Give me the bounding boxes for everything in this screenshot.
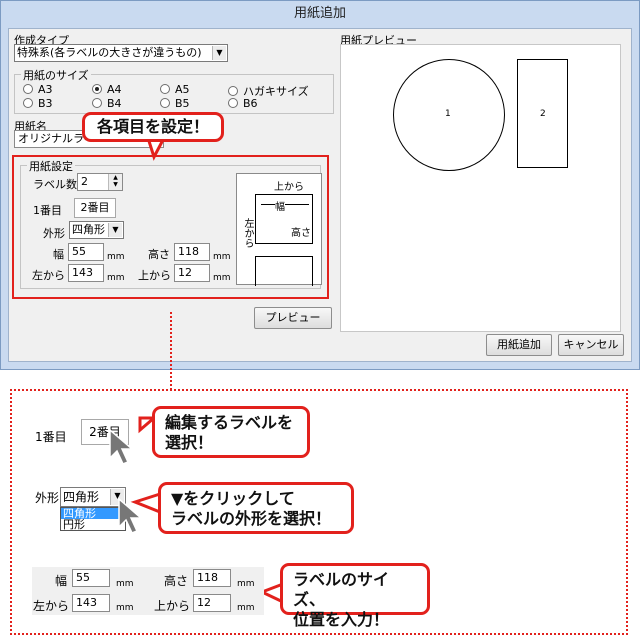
zoom-top-label: 上から: [154, 599, 191, 613]
type-select-value: 特殊系(各ラベルの大きさが違うもの): [17, 46, 202, 59]
zoom-height-label: 高さ: [164, 574, 189, 588]
radio-icon: [160, 98, 170, 108]
size-option-a4[interactable]: A4: [92, 83, 122, 96]
cancel-button[interactable]: キャンセル: [558, 334, 624, 356]
preview-shape-2-number: 2: [540, 109, 546, 119]
size-option-b6[interactable]: B6: [228, 97, 258, 110]
preview-shape-1-number: 1: [445, 109, 451, 119]
zoom-left-unit: mm: [116, 603, 134, 613]
size-option-b5[interactable]: B5: [160, 97, 190, 110]
radio-icon: [228, 86, 238, 96]
zoom-top-unit: mm: [237, 603, 255, 613]
cursor-pointer-icon: [109, 428, 135, 465]
radio-icon: [160, 84, 170, 94]
size-option-a3[interactable]: A3: [23, 83, 53, 96]
add-paper-button[interactable]: 用紙追加: [486, 334, 552, 356]
callout-select-label: 編集するラベルを 選択！: [152, 406, 310, 458]
size-option-a5[interactable]: A5: [160, 83, 190, 96]
zoom-height-unit: mm: [237, 579, 255, 589]
size-option-b4[interactable]: B4: [92, 97, 122, 110]
zoom-top-input[interactable]: 12: [193, 594, 231, 612]
zoom-height-input[interactable]: 118: [193, 569, 231, 587]
cursor-pointer-icon: [118, 497, 144, 534]
paper-size-group-title: 用紙のサイズ: [21, 67, 91, 83]
option-circle[interactable]: 円形: [61, 519, 125, 530]
zoom-left-label: 左から: [33, 599, 70, 613]
callout-set-items: 各項目を設定！: [82, 112, 224, 142]
zoom-tab-1[interactable]: 1番目: [35, 428, 67, 445]
zoom-width-label: 幅: [55, 574, 68, 588]
zoom-left-input[interactable]: 143: [72, 594, 110, 612]
callout-input: ラベルのサイズ、 位置を入力！: [280, 563, 430, 629]
dotted-connector: [170, 312, 172, 390]
paper-preview: 1 2: [340, 44, 621, 332]
radio-icon: [92, 98, 102, 108]
type-select[interactable]: 特殊系(各ラベルの大きさが違うもの) ▼: [14, 44, 228, 62]
radio-icon: [228, 98, 238, 108]
radio-selected-icon: [92, 84, 102, 94]
callout-shape: ▼をクリックして ラベルの外形を選択！: [158, 482, 354, 534]
size-option-b3[interactable]: B3: [23, 97, 53, 110]
chevron-down-icon[interactable]: ▼: [212, 46, 226, 60]
zoom-width-input[interactable]: 55: [72, 569, 110, 587]
radio-icon: [23, 84, 33, 94]
window-title: 用紙追加: [293, 6, 346, 21]
preview-button[interactable]: プレビュー: [254, 307, 332, 329]
zoom-shape-label: 外形: [35, 491, 60, 505]
settings-highlight-box: [12, 155, 329, 299]
zoom-width-unit: mm: [116, 579, 134, 589]
radio-icon: [23, 98, 33, 108]
